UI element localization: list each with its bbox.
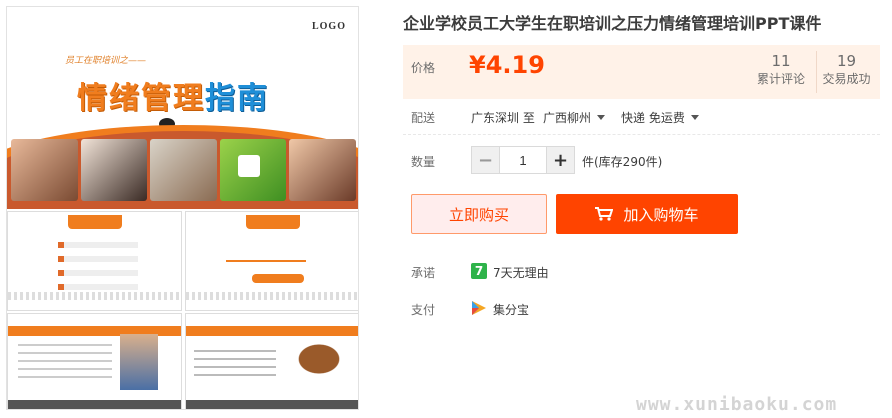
reviews-stat[interactable]: 11 累计评论: [751, 51, 811, 87]
stock-info: 件(库存290件): [582, 155, 663, 169]
chevron-down-icon: [690, 115, 699, 120]
cover-photo: [150, 139, 217, 201]
product-title: 企业学校员工大学生在职培训之压力情绪管理培训PPT课件: [403, 14, 822, 33]
watermark: www.xunibaoku.com: [636, 394, 838, 415]
ppt-slide-thumbnail: [185, 313, 358, 409]
ship-method-select[interactable]: 快递 免运费: [621, 109, 699, 126]
reviews-count: 11: [771, 52, 791, 70]
slide-heading: [226, 254, 306, 262]
cover-subtitle: 员工在职培训之——: [65, 56, 147, 66]
sales-label: 交易成功: [822, 72, 871, 86]
eagle-illustration: [284, 334, 354, 384]
slide-footer: [8, 400, 181, 409]
cover-bottom-band: [7, 201, 358, 209]
seven-day-return-icon: 7: [471, 263, 487, 279]
quantity-input[interactable]: [500, 147, 546, 173]
quantity-increase-button[interactable]: +: [546, 147, 574, 173]
sales-count: 19: [836, 52, 857, 70]
price-label: 价格: [411, 61, 436, 75]
ppt-slide-thumbnail: [7, 313, 182, 409]
slide-tab: [68, 215, 122, 229]
payment-method-text: 集分宝: [493, 303, 530, 317]
slide-stripes: [186, 292, 358, 300]
slide-text-lines: [18, 344, 112, 384]
quantity-label: 数量: [411, 155, 436, 169]
cover-logo: LOGO: [311, 21, 346, 32]
slide-footer: [186, 400, 358, 409]
cover-photo: [11, 139, 78, 201]
cover-photo: [289, 139, 356, 201]
price-panel: 价格 ¥4.19 11 累计评论 19 交易成功: [403, 45, 880, 99]
quantity-stepper: − +: [471, 146, 575, 174]
ship-to-text: 广西柳州: [543, 111, 592, 125]
add-to-cart-button[interactable]: 加入购物车: [556, 194, 738, 234]
cover-photo: [80, 139, 148, 201]
cover-photo: [219, 139, 287, 201]
add-to-cart-label: 加入购物车: [623, 205, 699, 224]
promise-label: 承诺: [411, 266, 436, 280]
ship-to-select[interactable]: 广西柳州: [543, 109, 606, 126]
slide-pill: [252, 274, 304, 283]
slide-list-row: [58, 270, 138, 276]
promise-text[interactable]: 7天无理由: [493, 264, 549, 281]
slide-photo: [120, 334, 158, 390]
payment-label: 支付: [411, 303, 436, 317]
cover-photo-strip: [7, 139, 358, 201]
ppt-cover-slide: LOGO 员工在职培训之—— 情绪管理指南: [7, 7, 358, 209]
ship-from: 广东深圳 至: [471, 111, 535, 125]
jifenbao-icon: [472, 301, 486, 315]
ppt-slide-thumbnail: [185, 211, 358, 311]
ppt-slide-thumbnail: [7, 211, 182, 311]
buy-now-button[interactable]: 立即购买: [411, 194, 547, 234]
reviews-label: 累计评论: [756, 72, 805, 86]
cover-title-orange: 情绪管理: [77, 81, 205, 116]
quantity-decrease-button[interactable]: −: [472, 147, 500, 173]
slide-text-lines: [194, 350, 276, 376]
sales-stat[interactable]: 19 交易成功: [816, 51, 876, 93]
price-value: ¥4.19: [469, 51, 545, 79]
shipping-label: 配送: [411, 111, 436, 125]
slide-list-row: [58, 256, 138, 262]
ship-method-text: 快递 免运费: [621, 111, 685, 125]
divider: [403, 134, 880, 135]
product-image[interactable]: LOGO 员工在职培训之—— 情绪管理指南: [6, 6, 359, 410]
shopping-cart-icon: [595, 207, 614, 221]
chevron-down-icon: [597, 115, 606, 120]
slide-list-row: [58, 284, 138, 290]
cover-title-blue: 指南: [205, 81, 269, 116]
cover-title: 情绪管理指南: [77, 73, 269, 117]
slide-tab: [246, 215, 300, 229]
slide-stripes: [8, 292, 181, 300]
slide-list-row: [58, 242, 138, 248]
